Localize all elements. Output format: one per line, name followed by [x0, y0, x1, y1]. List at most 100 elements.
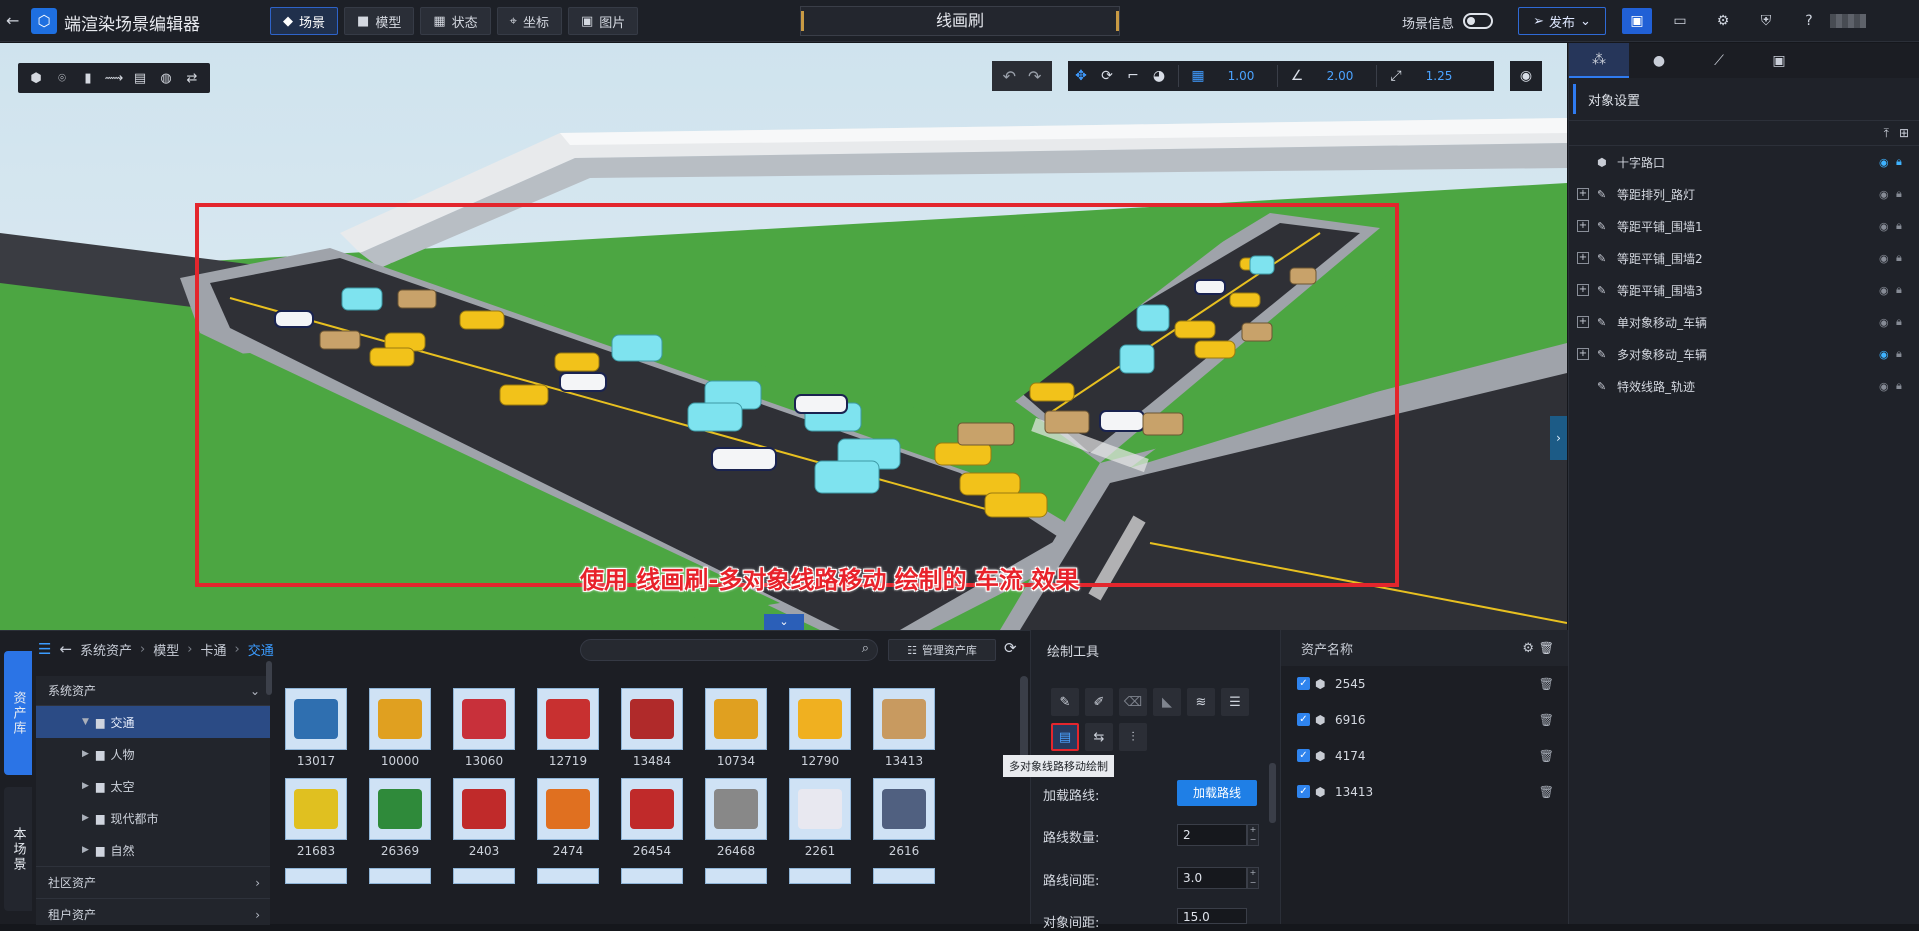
- tree-row[interactable]: + ✎ 等距平铺_围墙1 ◉ 🔒︎: [1569, 210, 1919, 242]
- lock-icon[interactable]: 🔒︎: [1896, 251, 1902, 265]
- asset-thumbnail[interactable]: [705, 688, 767, 750]
- lock-icon[interactable]: 🔒︎: [1896, 379, 1902, 393]
- book-icon[interactable]: ▮: [78, 71, 98, 86]
- lock-icon[interactable]: 🔒︎: [1896, 315, 1902, 329]
- lock-icon[interactable]: 🔒︎: [1896, 155, 1902, 169]
- settings-button[interactable]: ⚙: [1708, 8, 1738, 34]
- eye-icon[interactable]: ◉: [1879, 220, 1889, 233]
- eye-icon[interactable]: ◉: [1879, 156, 1889, 169]
- scene-viewport[interactable]: ⬢ ⌾ ▮ ⟿ ▤ ◍ ⇄ ↶ ↷ ✥ ⟳ ⌐ ◕ ▦ 1.00 ∠ 2.00 …: [0, 43, 1567, 630]
- route-count-input[interactable]: 2: [1177, 824, 1247, 846]
- back-arrow-icon[interactable]: ←: [59, 640, 72, 658]
- tree-row[interactable]: + ✎ 等距平铺_围墙2 ◉ 🔒︎: [1569, 242, 1919, 274]
- angle-snap-value[interactable]: 2.00: [1310, 69, 1370, 83]
- tree-row[interactable]: ✎ 特效线路_轨迹 ◉ 🔒︎: [1569, 370, 1919, 402]
- asset-row[interactable]: ✓ ⬢ 2545 🗑: [1281, 666, 1568, 702]
- expand-icon[interactable]: +: [1577, 316, 1589, 328]
- brush-edit-button[interactable]: ✐: [1085, 688, 1113, 716]
- asset-thumbnail[interactable]: [369, 688, 431, 750]
- camera-target-button[interactable]: ◉: [1510, 61, 1542, 91]
- asset-thumbnail[interactable]: [537, 688, 599, 750]
- tab-objects[interactable]: ⁂: [1569, 43, 1629, 78]
- asset-thumbnail[interactable]: [705, 868, 767, 884]
- lock-icon[interactable]: 🔒︎: [1896, 347, 1902, 361]
- loop-route-button[interactable]: ⇆: [1085, 723, 1113, 751]
- fill-button[interactable]: ◣: [1153, 688, 1181, 716]
- pivot-icon[interactable]: ⌐: [1120, 68, 1146, 84]
- multi-route-tool-button[interactable]: ▤: [1051, 723, 1079, 751]
- lock-icon[interactable]: 🔒︎: [1896, 219, 1902, 233]
- refresh-icon[interactable]: ⟳: [1004, 639, 1017, 657]
- asset-thumbnail[interactable]: [285, 868, 347, 884]
- tree-header[interactable]: 系统资产 ⌄: [36, 676, 270, 706]
- category-item[interactable]: ▶ ▆ 现代都市: [36, 802, 270, 834]
- asset-thumbnail[interactable]: [873, 778, 935, 840]
- menu-icon[interactable]: ☰: [38, 640, 51, 658]
- expand-icon[interactable]: +: [1577, 284, 1589, 296]
- tab-lighting[interactable]: ●: [1629, 43, 1689, 78]
- grid-snap-value[interactable]: 1.00: [1211, 69, 1271, 83]
- trash-icon[interactable]: 🗑: [1539, 713, 1554, 727]
- undo-icon[interactable]: ↶: [1003, 67, 1016, 86]
- list-button[interactable]: ☰: [1221, 688, 1249, 716]
- breadcrumb-item[interactable]: 模型: [153, 640, 179, 659]
- document-icon[interactable]: ▤: [130, 71, 150, 86]
- manage-library-button[interactable]: ☷ 管理资产库: [888, 639, 996, 661]
- asset-thumbnail[interactable]: [789, 868, 851, 884]
- tree-row[interactable]: + ✎ 多对象移动_车辆 ◉ 🔒︎: [1569, 338, 1919, 370]
- asset-thumbnail[interactable]: [453, 778, 515, 840]
- view-mode-icon[interactable]: ◕: [1146, 68, 1172, 84]
- asset-thumbnail[interactable]: [621, 688, 683, 750]
- category-item[interactable]: ▶ ▆ 自然: [36, 834, 270, 866]
- tab-effects[interactable]: ⟋: [1689, 43, 1749, 78]
- gear-icon[interactable]: ⚙: [1522, 641, 1534, 656]
- nav-coordinate-button[interactable]: ⌖ 坐标: [496, 7, 562, 35]
- nav-state-button[interactable]: ▦ 状态: [420, 7, 491, 35]
- route-icon[interactable]: ⟿: [104, 71, 124, 86]
- waves-button[interactable]: ≋: [1187, 688, 1215, 716]
- brush-tool-button[interactable]: ✎: [1051, 688, 1079, 716]
- asset-thumbnail[interactable]: [873, 688, 935, 750]
- eye-icon[interactable]: ◉: [1879, 284, 1889, 297]
- asset-thumbnail[interactable]: [453, 688, 515, 750]
- expand-icon[interactable]: +: [1577, 220, 1589, 232]
- collapse-bottom-button[interactable]: ⌄: [764, 614, 804, 630]
- trash-icon[interactable]: 🗑: [1539, 785, 1554, 799]
- save-button[interactable]: ▣: [1622, 8, 1652, 34]
- grid-snap-icon[interactable]: ▦: [1185, 68, 1211, 84]
- globe-icon[interactable]: ◍: [156, 71, 176, 86]
- shield-button[interactable]: ⛨: [1751, 8, 1781, 34]
- section-tenant[interactable]: 租户资产 ›: [36, 898, 270, 930]
- sliders-button[interactable]: ⫶: [1119, 723, 1147, 751]
- asset-row[interactable]: ✓ ⬢ 4174 🗑: [1281, 738, 1568, 774]
- asset-thumbnail[interactable]: [369, 868, 431, 884]
- row-checkbox[interactable]: ✓: [1297, 713, 1310, 726]
- angle-snap-icon[interactable]: ∠: [1284, 68, 1310, 84]
- asset-row[interactable]: ✓ ⬢ 6916 🗑: [1281, 702, 1568, 738]
- route-spacing-input[interactable]: 3.0: [1177, 867, 1247, 889]
- add-node-icon[interactable]: ⊞: [1899, 126, 1909, 140]
- breadcrumb-item[interactable]: 系统资产: [80, 640, 132, 659]
- nav-image-button[interactable]: ▣ 图片: [567, 7, 639, 35]
- asset-thumbnail[interactable]: [873, 868, 935, 884]
- upload-icon[interactable]: ⤒: [1884, 126, 1889, 141]
- asset-thumbnail[interactable]: [537, 778, 599, 840]
- breadcrumb-item[interactable]: 卡通: [200, 640, 226, 659]
- asset-row[interactable]: ✓ ⬢ 13413 🗑: [1281, 774, 1568, 810]
- asset-thumbnail[interactable]: [453, 868, 515, 884]
- tree-row[interactable]: ⬢ 十字路口 ◉ 🔒︎: [1569, 146, 1919, 178]
- scene-info-toggle[interactable]: [1463, 13, 1493, 29]
- expand-right-button[interactable]: ›: [1550, 416, 1567, 460]
- draw-tools-scrollbar[interactable]: [1269, 763, 1276, 823]
- category-item[interactable]: ▶ ▆ 太空: [36, 770, 270, 802]
- row-checkbox[interactable]: ✓: [1297, 677, 1310, 690]
- asset-thumbnail[interactable]: [369, 778, 431, 840]
- eraser-button[interactable]: ⌫: [1119, 688, 1147, 716]
- asset-thumbnail[interactable]: [537, 868, 599, 884]
- eye-icon[interactable]: ◉: [1879, 188, 1889, 201]
- translate-icon[interactable]: ⇄: [182, 71, 202, 86]
- category-item[interactable]: ▶ ▆ 人物: [36, 738, 270, 770]
- eye-icon[interactable]: ◉: [1879, 252, 1889, 265]
- pin-icon[interactable]: ⌾: [52, 71, 72, 86]
- eye-icon[interactable]: ◉: [1879, 348, 1889, 361]
